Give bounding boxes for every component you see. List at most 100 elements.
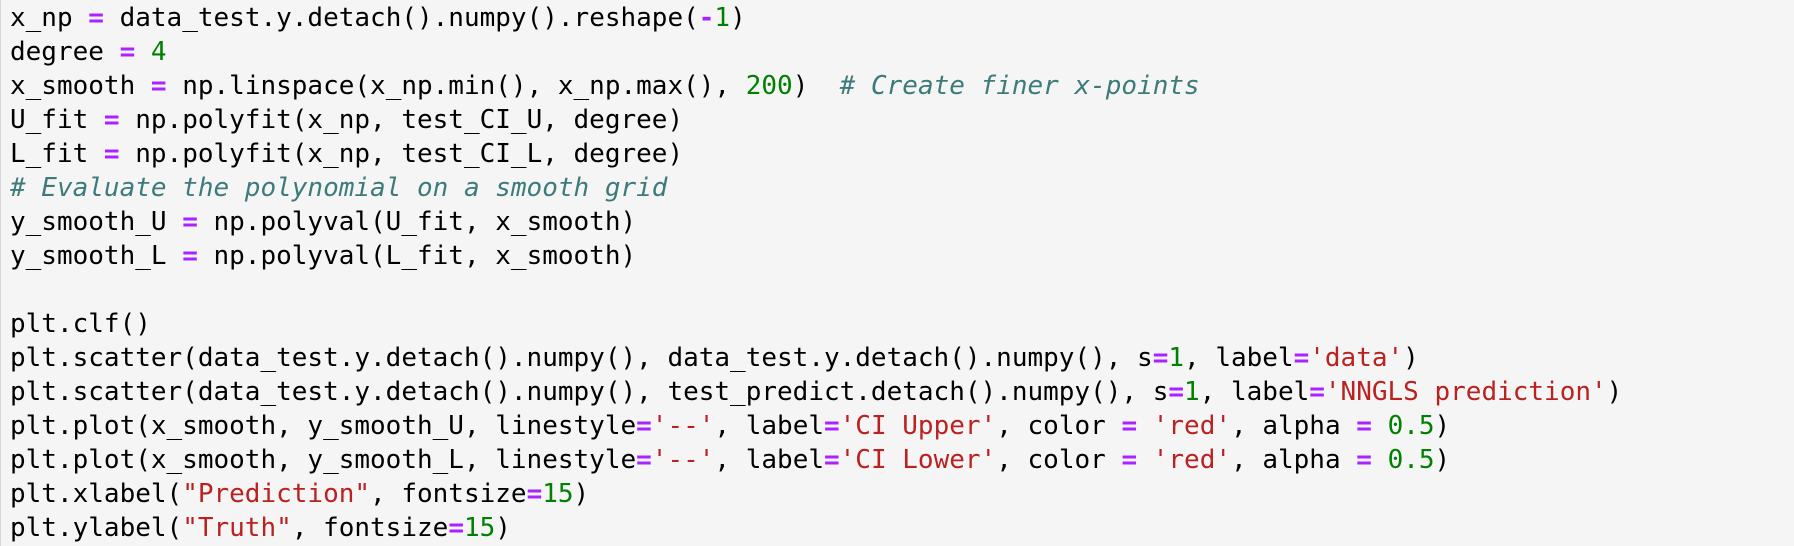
code-operator: = [103, 105, 120, 135]
code-operator: = [526, 479, 543, 509]
code-line[interactable]: x_np = data_test.y.detach().numpy().resh… [10, 1, 1622, 35]
code-operator: - [698, 3, 715, 33]
code-text: np.polyfit(x_np, test_CI_U, degree) [119, 105, 684, 135]
code-string: 'red' [1152, 445, 1232, 475]
code-text: ) [495, 513, 511, 543]
code-number: 200 [745, 71, 793, 101]
code-text: , alpha [1231, 445, 1357, 475]
code-text: ) [792, 71, 840, 101]
code-line[interactable]: plt.scatter(data_test.y.detach().numpy()… [10, 375, 1622, 409]
code-text: plt.plot(x_smooth, y_smooth_U, linestyle [10, 411, 637, 441]
code-operator: = [1356, 411, 1372, 441]
code-operator: = [824, 411, 840, 441]
code-text: , fontsize [370, 479, 527, 509]
code-line[interactable]: degree = 4 [10, 35, 1622, 69]
code-operator: = [636, 445, 652, 475]
code-line[interactable]: plt.plot(x_smooth, y_smooth_L, linestyle… [10, 443, 1622, 477]
code-operator: = [182, 241, 198, 271]
code-text: , color [996, 445, 1122, 475]
code-text: x_np [10, 3, 89, 33]
code-text: plt.ylabel( [10, 513, 183, 543]
code-text: , fontsize [291, 513, 449, 543]
code-text: ) [1434, 411, 1451, 441]
code-string: 'red' [1152, 411, 1232, 441]
code-comment: # Evaluate the polynomial on a smooth gr… [10, 173, 668, 203]
code-operator: = [88, 3, 104, 33]
code-line[interactable]: y_smooth_L = np.polyval(L_fit, x_smooth) [10, 239, 1622, 273]
code-text: np.polyfit(x_np, test_CI_L, degree) [119, 139, 684, 169]
code-line[interactable]: plt.scatter(data_test.y.detach().numpy()… [10, 341, 1622, 375]
code-string: '--' [651, 445, 715, 475]
code-text: y_smooth_L [10, 241, 183, 271]
code-text: , label [1184, 343, 1294, 373]
code-comment: # Create finer x-points [839, 71, 1200, 101]
code-text: plt.scatter(data_test.y.detach().numpy()… [10, 343, 1153, 373]
code-text: plt.scatter(data_test.y.detach().numpy()… [10, 377, 1169, 407]
code-text: plt.clf() [10, 309, 151, 339]
code-string: "Prediction" [182, 479, 371, 509]
code-string: 'CI Upper' [839, 411, 997, 441]
code-text: , label [1199, 377, 1310, 407]
code-string: "Truth" [182, 513, 292, 543]
code-text: ) [730, 3, 746, 33]
code-operator: = [182, 207, 198, 237]
code-line[interactable]: L_fit = np.polyfit(x_np, test_CI_L, degr… [10, 137, 1622, 171]
code-operator: = [1293, 343, 1310, 373]
code-number: 0.5 [1387, 411, 1435, 441]
code-line[interactable]: plt.ylabel("Truth", fontsize=15) [10, 511, 1622, 545]
code-text: degree [10, 37, 120, 67]
code-string: 'CI Lower' [839, 445, 997, 475]
code-number: 1 [1168, 343, 1185, 373]
code-text: , label [714, 445, 824, 475]
code-text: ) [1403, 343, 1419, 373]
code-text: np.linspace(x_np.min(), x_np.max(), [166, 71, 746, 101]
code-operator: = [103, 139, 120, 169]
code-editor[interactable]: x_np = data_test.y.detach().numpy().resh… [10, 1, 1622, 545]
code-operator: = [448, 513, 464, 543]
code-text: plt.xlabel( [10, 479, 183, 509]
code-text: L_fit [10, 139, 104, 169]
code-line[interactable]: x_smooth = np.linspace(x_np.min(), x_np.… [10, 69, 1622, 103]
code-number: 1 [1184, 377, 1200, 407]
code-operator: = [150, 71, 167, 101]
code-text: y_smooth_U [10, 207, 183, 237]
code-text: ) [1606, 377, 1623, 407]
code-text: , color [996, 411, 1122, 441]
code-number: 15 [463, 513, 496, 543]
code-operator: = [1152, 343, 1169, 373]
code-string: 'data' [1309, 343, 1404, 373]
code-line[interactable]: plt.xlabel("Prediction", fontsize=15) [10, 477, 1622, 511]
code-text: plt.plot(x_smooth, y_smooth_L, linestyle [10, 445, 637, 475]
code-text: , alpha [1231, 411, 1357, 441]
code-operator: = [1356, 445, 1372, 475]
code-text: ) [573, 479, 590, 509]
code-cell[interactable]: x_np = data_test.y.detach().numpy().resh… [0, 0, 1794, 546]
code-line[interactable] [10, 273, 1622, 307]
code-text: x_smooth [10, 71, 151, 101]
code-line[interactable]: plt.clf() [10, 307, 1622, 341]
code-operator: = [1121, 411, 1138, 441]
code-operator: = [1309, 377, 1325, 407]
code-string: '--' [651, 411, 715, 441]
code-text: data_test.y.detach().numpy().reshape( [103, 3, 699, 33]
code-number: 0.5 [1387, 445, 1435, 475]
code-line[interactable]: plt.plot(x_smooth, y_smooth_U, linestyle… [10, 409, 1622, 443]
code-text: np.polyval(L_fit, x_smooth) [197, 241, 637, 271]
code-number: 15 [542, 479, 574, 509]
code-line[interactable]: U_fit = np.polyfit(x_np, test_CI_U, degr… [10, 103, 1622, 137]
code-line[interactable]: y_smooth_U = np.polyval(U_fit, x_smooth) [10, 205, 1622, 239]
code-number: 1 [714, 3, 731, 33]
code-operator: = [636, 411, 652, 441]
code-text: , label [714, 411, 824, 441]
code-string: 'NNGLS prediction' [1324, 377, 1607, 407]
code-text: U_fit [10, 105, 104, 135]
code-line[interactable]: # Evaluate the polynomial on a smooth gr… [10, 171, 1622, 205]
code-text: ) [1434, 445, 1451, 475]
code-operator: = [824, 445, 840, 475]
code-operator: = [1121, 445, 1138, 475]
